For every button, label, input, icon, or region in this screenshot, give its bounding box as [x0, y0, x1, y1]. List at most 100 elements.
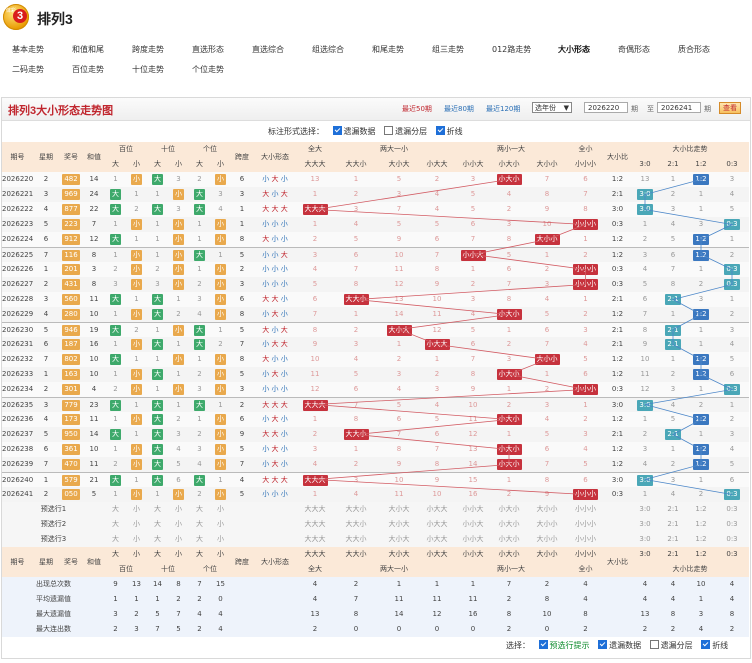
stats-row: 最大遗漏值 3 2 5 7 4 4 13 8 14 12 16 8 10 8 13 8 3 8: [2, 607, 749, 622]
query-button[interactable]: 查看: [719, 102, 741, 114]
nav-link[interactable]: 直选综合: [252, 44, 284, 55]
bottom-missing-layer-checkbox[interactable]: [649, 640, 659, 649]
size-hit-cell: 大: [105, 292, 126, 307]
miss-cell: 1: [698, 326, 704, 334]
nav-link[interactable]: 基本走势: [12, 44, 44, 55]
shape-cell: 大 小 大: [253, 187, 297, 202]
nav-link[interactable]: 和尾走势: [372, 44, 404, 55]
ratio-marker: 0:3: [724, 489, 740, 500]
prediction-label: 预选行3: [40, 535, 67, 543]
chevron-down-icon: ▼: [563, 104, 569, 112]
bottom-polyline-checkbox[interactable]: [701, 640, 711, 649]
miss-cell: 6: [670, 251, 676, 259]
miss-cell: 3: [113, 280, 118, 288]
missing-data-checkbox[interactable]: [332, 126, 342, 135]
miss-cell: 8: [583, 205, 588, 213]
miss-cell: 7: [312, 310, 318, 318]
col-shape-type-header: 大大大: [304, 160, 326, 168]
size-hit-cell: 小: [210, 307, 231, 322]
bottom-missing-data-checkbox[interactable]: [598, 640, 608, 649]
prediction-option: 3:0: [639, 505, 651, 513]
recent-50-link[interactable]: 最近50期: [402, 104, 432, 114]
shape-char: 小: [280, 415, 288, 423]
stats-value: 1: [155, 595, 160, 603]
table-row: 2026221 3 969 24 大 1 1 小大 3 3 大 小 大 1 2 3 4 5 4 8 7 2:1 3:0…: [2, 187, 749, 202]
col-bai-header: 百位: [119, 565, 133, 573]
shape-cell: 小 大 小: [253, 307, 297, 322]
miss-cell: 1: [506, 385, 512, 393]
prediction-option: 小大大: [426, 505, 448, 513]
col-ratio-type-header: 0:3: [726, 160, 738, 168]
miss-cell: 5: [729, 355, 735, 363]
prize-cell: 187: [59, 337, 83, 352]
missing-layer-checkbox[interactable]: [384, 126, 394, 135]
table-row: 2026240 1 579 21 大 1 大 6 大 1 4 大 大 大 大大大 3 10 9 15 1 8 6 3:…: [2, 472, 749, 488]
miss-cell: 1: [434, 355, 440, 363]
sum-cell: 11: [89, 295, 99, 303]
size-hit-cell: 小: [210, 232, 231, 247]
nav-link[interactable]: 奇偶形态: [618, 44, 650, 55]
nav-link[interactable]: 组三走势: [432, 44, 464, 55]
size-hit-cell: 大: [147, 292, 168, 307]
size-hit-cell: 大: [105, 352, 126, 367]
small-marker: 小: [215, 219, 226, 230]
week-cell: 7: [43, 251, 49, 259]
col-week-header: 星期: [39, 153, 53, 161]
miss-cell: 2: [670, 190, 676, 198]
col-period-header: 期号: [10, 153, 25, 161]
stats-value: 8: [729, 610, 735, 618]
stats-value: 16: [468, 610, 478, 618]
shape-cell: 大 大 大: [253, 473, 297, 488]
small-marker: 小: [173, 189, 184, 200]
miss-cell: 1: [670, 445, 676, 453]
nav-link[interactable]: 质合形态: [678, 44, 710, 55]
shape-cell: 小 大 小: [253, 412, 297, 427]
nav-link[interactable]: 012路走势: [492, 44, 531, 55]
col-sum-header: 和值: [87, 558, 101, 566]
recent-80-link[interactable]: 最近80期: [444, 104, 474, 114]
ratio-hit-cell: 3:0: [631, 398, 659, 413]
ratio-hit-cell: 2:1: [659, 427, 687, 442]
shape-char: 大: [280, 340, 288, 348]
nav-link[interactable]: 百位走势: [72, 64, 104, 75]
nav-link[interactable]: 十位走势: [132, 64, 164, 75]
miss-cell: 4: [312, 460, 318, 468]
recent-120-link[interactable]: 最近120期: [486, 104, 520, 114]
nav-link[interactable]: 和值和尾: [72, 44, 104, 55]
app-window: 体彩 3 排列3 基本走势 和值和尾 跨度走势 直选形态 直选综合 组选综合 和尾走势 组三走…: [0, 0, 752, 663]
from-period-input[interactable]: 2026220: [584, 102, 628, 113]
nav-link[interactable]: 组选综合: [312, 44, 344, 55]
polyline-checkbox[interactable]: [435, 126, 445, 135]
period-cell: 2026230: [2, 326, 33, 334]
miss-cell: 2: [312, 430, 318, 438]
stats-label: 平均遗漏值: [36, 595, 71, 603]
to-period-input[interactable]: 2026241: [657, 102, 701, 113]
nav-link[interactable]: 大小形态: [558, 44, 590, 55]
stats-value: 2: [729, 625, 735, 633]
nav-link[interactable]: 直选形态: [192, 44, 224, 55]
small-marker: 小: [131, 309, 142, 320]
year-select[interactable]: 选年份 ▼: [532, 102, 572, 113]
ratio-marker: 0:3: [724, 219, 740, 230]
prediction-hint-checkbox[interactable]: [538, 640, 548, 649]
period-cell: 2026225: [2, 251, 33, 259]
prediction-option: 大大小: [345, 505, 367, 513]
shape-marker: 小大小: [496, 459, 522, 470]
size-hit-cell: 大: [189, 473, 210, 488]
nav-link[interactable]: 二码走势: [12, 64, 44, 75]
missing-data-label: 遗漏数据: [343, 127, 376, 136]
miss-cell: 1: [113, 445, 118, 453]
span-cell: 5: [239, 251, 245, 259]
col-shape-type-header: 大小小: [536, 160, 558, 168]
size-hit-cell: 大: [189, 187, 210, 202]
miss-cell: 4: [176, 445, 181, 453]
size-hit-cell: 大: [105, 202, 126, 217]
miss-cell: 5: [396, 175, 402, 183]
stats-value: 4: [583, 595, 588, 603]
size-hit-cell: 大: [189, 202, 210, 217]
nav-link[interactable]: 个位走势: [192, 64, 224, 75]
miss-cell: 1: [218, 326, 223, 334]
nav-link[interactable]: 跨度走势: [132, 44, 164, 55]
miss-cell: 1: [353, 445, 359, 453]
small-marker: 小: [173, 264, 184, 275]
